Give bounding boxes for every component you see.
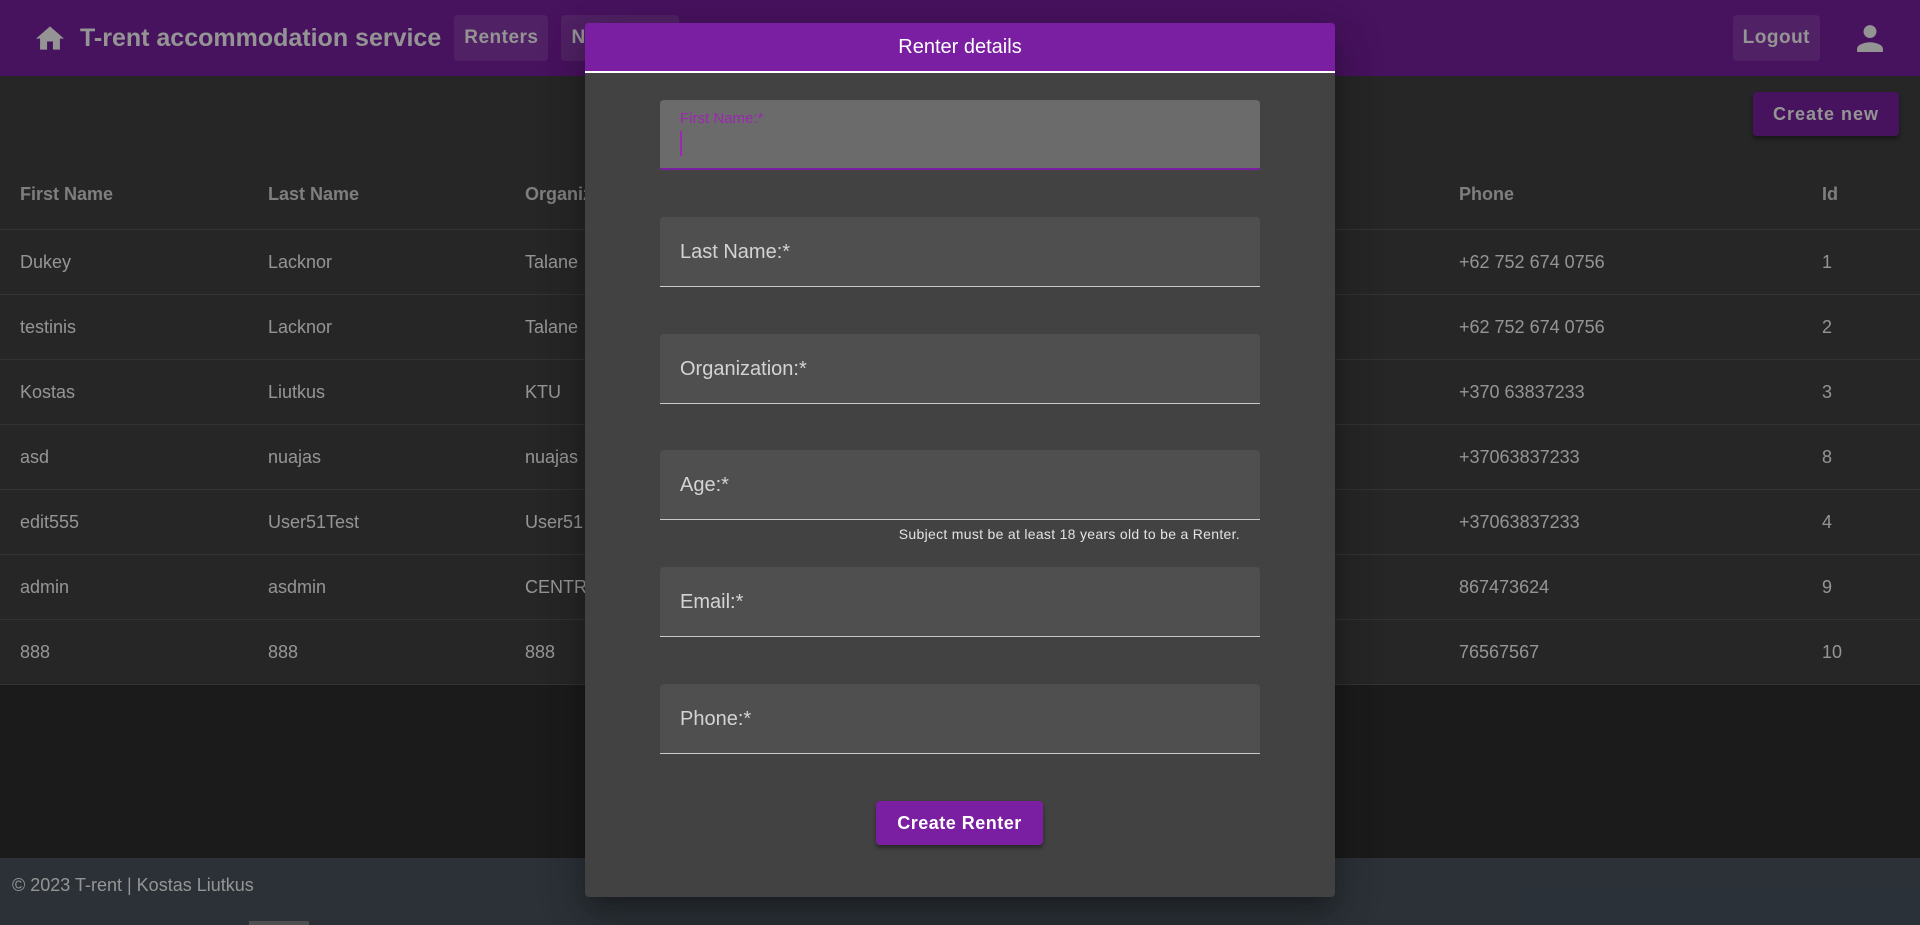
- age-hint: Subject must be at least 18 years old to…: [898, 526, 1240, 542]
- phone-field[interactable]: Phone:*: [660, 684, 1260, 754]
- organization-label: Organization:*: [680, 358, 807, 380]
- create-renter-button[interactable]: Create Renter: [876, 801, 1043, 845]
- text-caret: [680, 131, 682, 156]
- dialog-title: Renter details: [585, 23, 1335, 73]
- last-name-field[interactable]: Last Name:*: [660, 217, 1260, 287]
- first-name-field[interactable]: First Name:*: [660, 100, 1260, 170]
- last-name-label: Last Name:*: [680, 241, 791, 263]
- age-field[interactable]: Age:*: [660, 450, 1260, 520]
- age-label: Age:*: [680, 474, 729, 496]
- email-field[interactable]: Email:*: [660, 567, 1260, 637]
- phone-label: Phone:*: [680, 708, 752, 730]
- first-name-label: First Name:*: [680, 110, 764, 127]
- organization-field[interactable]: Organization:*: [660, 334, 1260, 404]
- renter-details-dialog: Renter details First Name:* Last Name:* …: [585, 23, 1335, 897]
- email-label: Email:*: [680, 591, 744, 613]
